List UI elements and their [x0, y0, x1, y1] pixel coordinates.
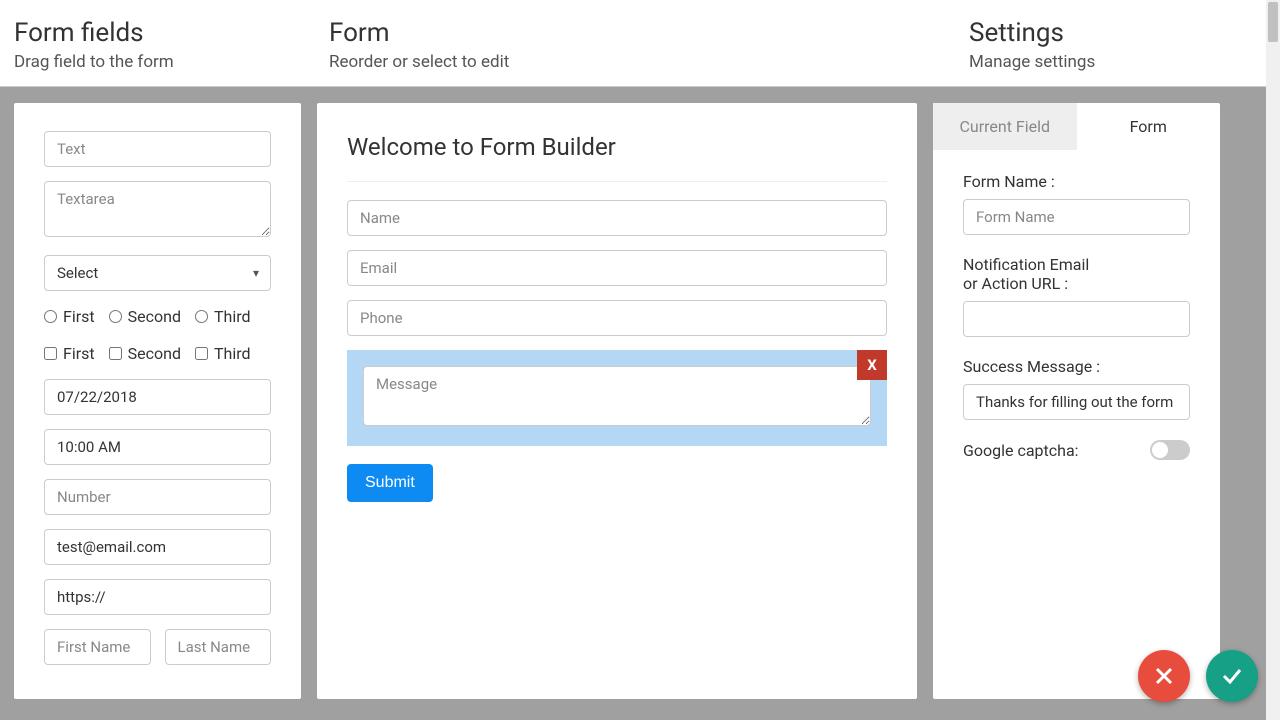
palette-url-input[interactable] — [44, 579, 271, 615]
palette-check-third[interactable] — [195, 347, 208, 360]
form-name-field[interactable] — [347, 200, 887, 236]
palette-time-input[interactable] — [44, 429, 271, 465]
form-email-field[interactable] — [347, 250, 887, 286]
palette-radio-group: First Second Third — [44, 305, 271, 328]
cancel-button[interactable] — [1138, 650, 1190, 702]
captcha-toggle[interactable] — [1150, 440, 1190, 460]
check-icon — [1220, 664, 1244, 688]
tab-form[interactable]: Form — [1077, 103, 1221, 150]
notification-label: Notification Email or Action URL : — [963, 255, 1190, 293]
palette-number-input[interactable] — [44, 479, 271, 515]
palette-check-first[interactable] — [44, 347, 57, 360]
palette-last-name[interactable] — [165, 629, 272, 665]
success-msg-label: Success Message : — [963, 357, 1190, 376]
palette-date-input[interactable] — [44, 379, 271, 415]
tab-current-field[interactable]: Current Field — [933, 103, 1077, 150]
close-icon — [1152, 664, 1176, 688]
settings-tabs: Current Field Form — [933, 103, 1220, 150]
palette-first-name[interactable] — [44, 629, 151, 665]
form-canvas: Welcome to Form Builder X Submit — [317, 103, 917, 699]
palette-checkbox-group: First Second Third — [44, 342, 271, 365]
header-col-fields: Form fields Drag field to the form — [0, 0, 315, 86]
workspace: Select First Second Third First Second T… — [0, 87, 1280, 699]
header-bar: Form fields Drag field to the form Form … — [0, 0, 1280, 87]
form-phone-field[interactable] — [347, 300, 887, 336]
fab-row — [1138, 650, 1258, 702]
notification-input[interactable] — [963, 301, 1190, 337]
header-fields-sub: Drag field to the form — [14, 52, 301, 72]
form-name-input[interactable] — [963, 199, 1190, 235]
submit-button[interactable]: Submit — [347, 464, 433, 502]
header-col-settings: Settings Manage settings — [955, 0, 1280, 86]
palette-radio-first[interactable] — [44, 310, 57, 323]
palette-select[interactable]: Select — [44, 255, 271, 291]
header-settings-title: Settings — [969, 18, 1266, 48]
field-palette: Select First Second Third First Second T… — [14, 103, 301, 699]
form-title: Welcome to Form Builder — [347, 133, 887, 161]
palette-email-input[interactable] — [44, 529, 271, 565]
form-divider — [347, 181, 887, 182]
header-fields-title: Form fields — [14, 18, 301, 48]
settings-panel: Current Field Form Form Name : Notificat… — [933, 103, 1220, 699]
palette-text-input[interactable] — [44, 131, 271, 167]
success-msg-input[interactable] — [963, 384, 1190, 420]
scrollbar[interactable] — [1266, 0, 1280, 720]
captcha-label: Google captcha: — [963, 441, 1079, 460]
save-button[interactable] — [1206, 650, 1258, 702]
palette-radio-third[interactable] — [195, 310, 208, 323]
form-name-label: Form Name : — [963, 172, 1190, 191]
header-settings-sub: Manage settings — [969, 52, 1266, 72]
palette-check-second[interactable] — [109, 347, 122, 360]
close-icon: X — [867, 356, 877, 374]
palette-textarea[interactable] — [44, 181, 271, 237]
header-col-form: Form Reorder or select to edit — [315, 0, 955, 86]
header-form-title: Form — [329, 18, 941, 48]
scrollbar-thumb[interactable] — [1268, 2, 1278, 42]
header-form-sub: Reorder or select to edit — [329, 52, 941, 72]
palette-radio-second[interactable] — [109, 310, 122, 323]
form-message-field[interactable] — [363, 366, 871, 426]
form-selected-field[interactable]: X — [347, 350, 887, 446]
remove-field-button[interactable]: X — [857, 350, 887, 380]
